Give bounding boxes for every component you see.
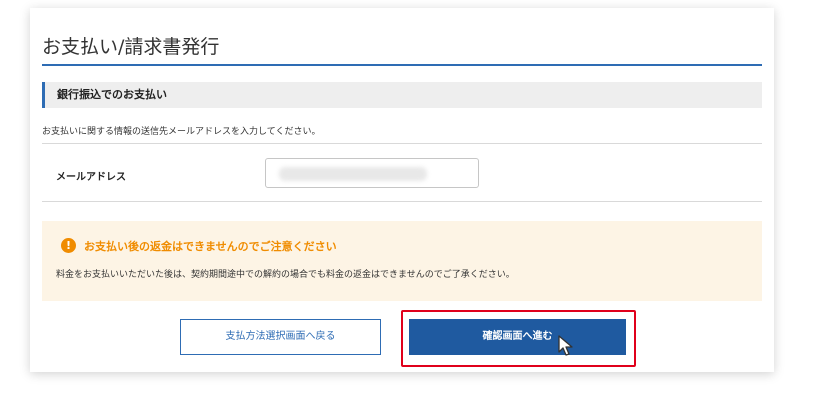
email-field[interactable] (265, 158, 479, 188)
email-label: メールアドレス (56, 172, 126, 183)
back-button[interactable]: 支払方法選択画面へ戻る (180, 319, 381, 355)
notice-body: 料金をお支払いいただいた後は、契約期間途中での解約の場合でも料金の返金はできませ… (56, 270, 515, 280)
payment-card: お支払い/請求書発行 銀行振込でのお支払い お支払いに関する情報の送信先メールア… (30, 8, 774, 372)
section-header: 銀行振込でのお支払い (42, 82, 762, 108)
notice-title: お支払い後の返金はできませんのでご注意ください (84, 240, 337, 253)
divider (42, 143, 762, 144)
warning-icon: ! (61, 238, 76, 253)
title-divider (42, 64, 762, 66)
confirm-button[interactable]: 確認画面へ進む (409, 319, 626, 355)
instruction-text: お支払いに関する情報の送信先メールアドレスを入力してください。 (42, 127, 321, 137)
warning-notice: ! お支払い後の返金はできませんのでご注意ください 料金をお支払いいただいた後は… (42, 221, 762, 301)
page-title: お支払い/請求書発行 (42, 36, 220, 58)
divider (42, 201, 762, 202)
